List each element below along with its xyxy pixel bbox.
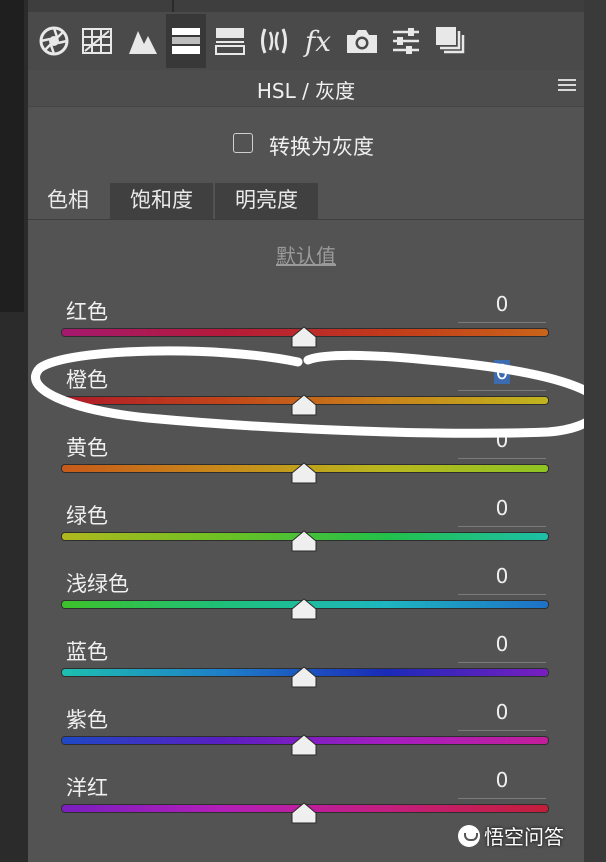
slider-value: 0 bbox=[458, 564, 546, 588]
slider-value-text: 0 bbox=[495, 292, 509, 316]
panel-toolbar: fx bbox=[28, 0, 584, 71]
toolbar-top-strip bbox=[28, 0, 584, 12]
tab-hue[interactable]: 色相 bbox=[28, 183, 108, 219]
grayscale-checkbox[interactable] bbox=[233, 133, 253, 153]
slider-label: 紫色 bbox=[66, 708, 108, 732]
tab-saturation[interactable]: 饱和度 bbox=[110, 183, 213, 219]
slider-thumb[interactable] bbox=[291, 666, 317, 688]
slider-row: 浅绿色 0 bbox=[28, 564, 584, 636]
stack-icon[interactable] bbox=[430, 19, 470, 63]
slider-value: 0 bbox=[458, 768, 546, 792]
panel-menu-icon[interactable] bbox=[558, 79, 576, 93]
aperture-icon[interactable] bbox=[34, 19, 74, 63]
slider-label: 蓝色 bbox=[66, 640, 108, 664]
slider-value: 0 bbox=[458, 360, 546, 384]
slider-thumb[interactable] bbox=[291, 326, 317, 348]
slider-value-field[interactable]: 0 bbox=[458, 290, 546, 323]
slider-value-text: 0 bbox=[495, 768, 509, 792]
sliders-icon[interactable] bbox=[386, 19, 426, 63]
slider-value-text: 0 bbox=[493, 360, 511, 384]
slider-value-text: 0 bbox=[495, 496, 509, 520]
slider-thumb[interactable] bbox=[291, 802, 317, 824]
watermark: 悟空问答 bbox=[458, 821, 564, 850]
hsl-tabs: 色相 饱和度 明亮度 bbox=[28, 183, 584, 220]
slider-row: 绿色 0 bbox=[28, 496, 584, 568]
slider-value-field[interactable]: 0 bbox=[458, 698, 546, 731]
hsl-gradient-icon[interactable] bbox=[166, 14, 206, 68]
toolbar-divider bbox=[172, 0, 174, 12]
slider-thumb[interactable] bbox=[291, 462, 317, 484]
slider-label: 橙色 bbox=[66, 368, 108, 392]
slider-row: 蓝色 0 bbox=[28, 632, 584, 704]
slider-row: 黄色 0 bbox=[28, 428, 584, 500]
slider-value-field[interactable]: 0 bbox=[458, 358, 546, 391]
grayscale-checkbox-label[interactable]: 转换为灰度 bbox=[269, 131, 374, 161]
slider-thumb[interactable] bbox=[291, 734, 317, 756]
slider-row: 橙色 0 bbox=[28, 360, 584, 432]
slider-value-text: 0 bbox=[495, 700, 509, 724]
watermark-text: 悟空问答 bbox=[484, 825, 564, 849]
slider-value-field[interactable]: 0 bbox=[458, 426, 546, 459]
camera-icon[interactable] bbox=[342, 19, 382, 63]
panel-title-bar: HSL / 灰度 bbox=[28, 70, 584, 107]
slider-value-text: 0 bbox=[495, 428, 509, 452]
split-toning-icon[interactable] bbox=[210, 19, 250, 63]
tab-luminance[interactable]: 明亮度 bbox=[215, 183, 318, 219]
slider-label: 红色 bbox=[66, 300, 108, 324]
fx-icon[interactable]: fx bbox=[298, 19, 338, 63]
panel-right-edge bbox=[583, 0, 606, 862]
slider-value-field[interactable]: 0 bbox=[458, 766, 546, 799]
slider-label: 黄色 bbox=[66, 436, 108, 460]
slider-label: 绿色 bbox=[66, 504, 108, 528]
slider-value: 0 bbox=[458, 428, 546, 452]
mountains-icon[interactable] bbox=[123, 19, 163, 63]
host-left-strip bbox=[0, 0, 28, 862]
slider-row: 红色 0 bbox=[28, 292, 584, 364]
lens-icon[interactable] bbox=[254, 19, 294, 63]
camera-raw-panel: fx HSL / 灰度 转换为灰度 色相 饱和度 明亮度 默认值 红色 0 橙色 0 黄… bbox=[28, 0, 584, 862]
slider-thumb[interactable] bbox=[291, 530, 317, 552]
slider-value: 0 bbox=[458, 496, 546, 520]
slider-value-field[interactable]: 0 bbox=[458, 494, 546, 527]
slider-thumb[interactable] bbox=[291, 394, 317, 416]
slider-label: 浅绿色 bbox=[66, 572, 129, 596]
slider-value-field[interactable]: 0 bbox=[458, 562, 546, 595]
slider-value: 0 bbox=[458, 632, 546, 656]
panel-title: HSL / 灰度 bbox=[256, 79, 356, 103]
slider-value: 0 bbox=[458, 700, 546, 724]
slider-value-text: 0 bbox=[495, 564, 509, 588]
slider-value: 0 bbox=[458, 292, 546, 316]
slider-value-field[interactable]: 0 bbox=[458, 630, 546, 663]
host-left-divider bbox=[0, 0, 24, 312]
slider-label: 洋红 bbox=[66, 776, 108, 800]
default-link[interactable]: 默认值 bbox=[28, 240, 584, 269]
wukong-logo-icon bbox=[458, 824, 480, 847]
slider-row: 紫色 0 bbox=[28, 700, 584, 772]
slider-value-text: 0 bbox=[495, 632, 509, 656]
grayscale-row: 转换为灰度 bbox=[28, 130, 584, 160]
grid-icon[interactable] bbox=[77, 19, 117, 63]
slider-thumb[interactable] bbox=[291, 598, 317, 620]
